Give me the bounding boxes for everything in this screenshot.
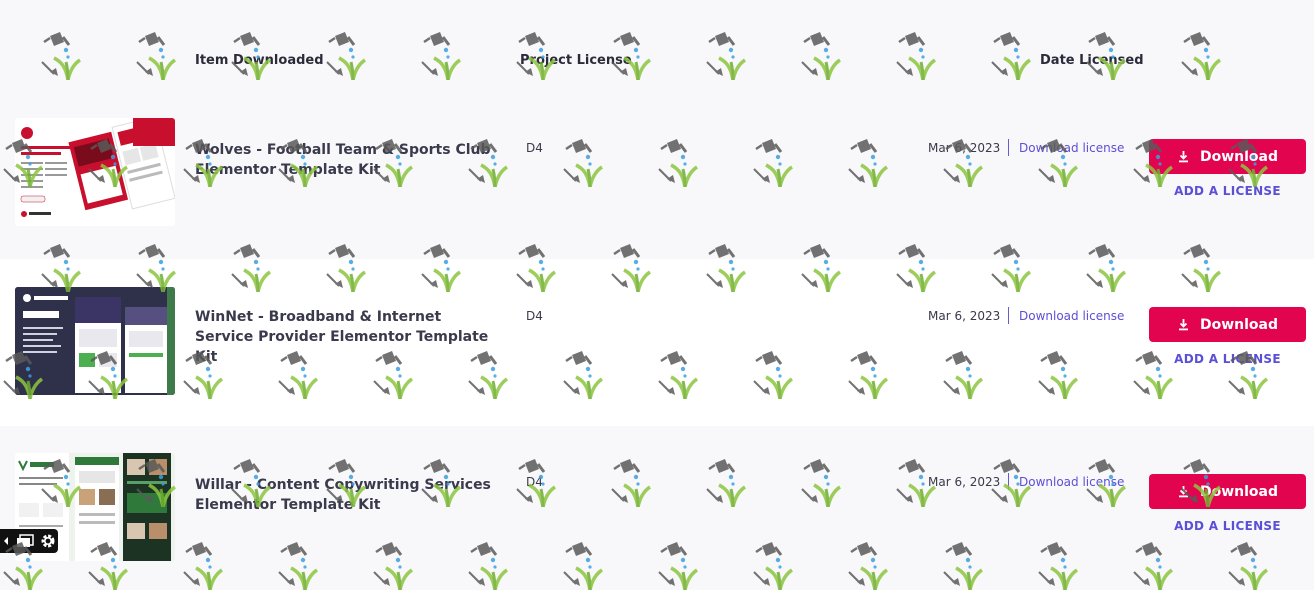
download-license-link[interactable]: Download license — [1019, 141, 1124, 155]
download-icon — [1178, 151, 1188, 163]
date-licensed-value: Mar 6, 2023 — [928, 309, 1001, 323]
project-license-value: D4 — [526, 475, 543, 489]
date-licensed-value: Mar 6, 2023 — [928, 475, 1001, 489]
divider — [1008, 139, 1009, 156]
download-button-label: Download — [1199, 148, 1279, 165]
column-header-project-license: Project License — [520, 53, 632, 68]
gear-icon[interactable] — [40, 533, 56, 549]
download-license-link[interactable]: Download license — [1019, 475, 1124, 489]
add-license-link[interactable]: ADD A LICENSE — [1149, 352, 1306, 366]
table-row: Willar - Content Copywriting Services El… — [0, 426, 1314, 590]
item-thumbnail[interactable] — [15, 287, 175, 395]
download-button[interactable]: Download — [1149, 139, 1306, 174]
add-license-link[interactable]: ADD A LICENSE — [1149, 519, 1306, 533]
download-icon — [1178, 486, 1188, 498]
column-header-item: Item Downloaded — [195, 53, 324, 68]
download-button[interactable]: Download — [1149, 307, 1306, 342]
floating-toolbar[interactable] — [0, 529, 58, 553]
download-button[interactable]: Download — [1149, 474, 1306, 509]
project-license-value: D4 — [526, 309, 543, 323]
divider — [1008, 473, 1009, 490]
wolves-thumbnail-image — [15, 118, 175, 226]
divider — [1008, 307, 1009, 324]
date-licensed-value: Mar 6, 2023 — [928, 141, 1001, 155]
table-header: Item Downloaded Project License Date Lic… — [0, 0, 1314, 92]
download-button-label: Download — [1199, 483, 1279, 500]
column-header-date-licensed: Date Licensed — [1040, 53, 1144, 68]
chevron-left-icon[interactable] — [2, 536, 10, 546]
item-title[interactable]: WinNet - Broadband & Internet Service Pr… — [195, 307, 495, 367]
table-row: Wolves - Football Team & Sports Club Ele… — [0, 92, 1314, 259]
item-title[interactable]: Wolves - Football Team & Sports Club Ele… — [195, 140, 495, 180]
project-license-value: D4 — [526, 141, 543, 155]
download-icon — [1178, 319, 1188, 331]
add-license-link[interactable]: ADD A LICENSE — [1149, 184, 1306, 198]
table-row: WinNet - Broadband & Internet Service Pr… — [0, 259, 1314, 426]
window-icon[interactable] — [16, 534, 34, 548]
item-title[interactable]: Willar - Content Copywriting Services El… — [195, 475, 495, 515]
winnet-thumbnail-image — [15, 287, 175, 395]
item-thumbnail[interactable] — [15, 118, 175, 226]
download-license-link[interactable]: Download license — [1019, 309, 1124, 323]
download-button-label: Download — [1199, 316, 1279, 333]
downloads-table: Item Downloaded Project License Date Lic… — [0, 0, 1314, 590]
